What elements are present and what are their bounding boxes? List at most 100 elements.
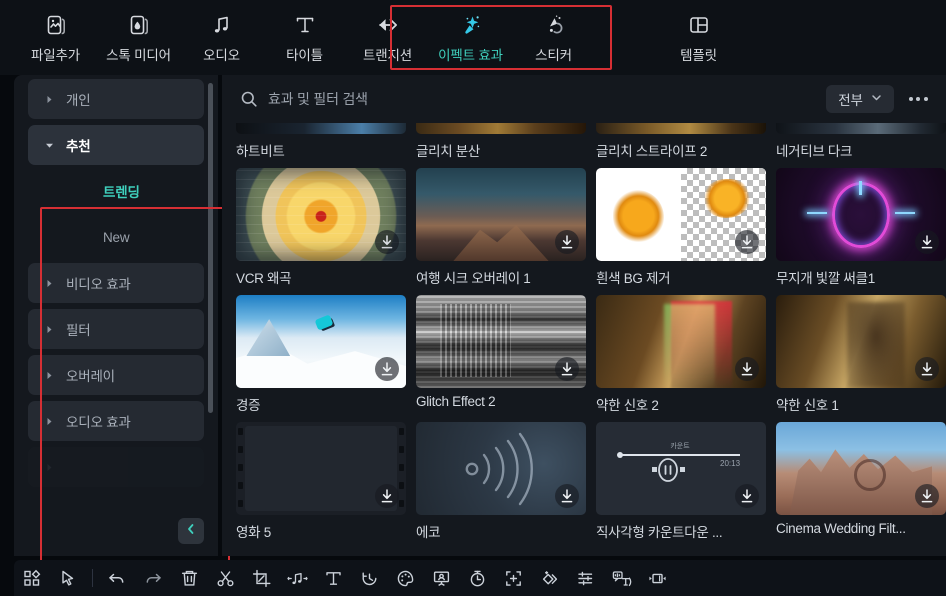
sidebar-item-overlays[interactable]: 오버레이	[28, 355, 204, 395]
sidebar-scroll-area[interactable]: 개인 추천 트렌딩 New 비디오 효과 필터 오버레이 오디오 효과	[14, 79, 218, 545]
toolbar-item-transitions[interactable]: 트랜지션	[346, 5, 429, 71]
speed-ramp-icon[interactable]	[351, 563, 387, 593]
effect-caption: 영화 5	[236, 525, 271, 540]
svg-text:20:13: 20:13	[720, 459, 741, 468]
effect-thumbnail[interactable]	[596, 295, 766, 388]
sidebar-subitem-trending[interactable]: 트렌딩	[28, 171, 204, 211]
effect-thumbnail[interactable]	[236, 422, 406, 515]
effects-panel-screen: 파일추가 스톡 미디어 오디오 타이틀 트랜지션 이펙트 효과 스티커 템플릿 …	[0, 0, 946, 596]
select-cursor-icon[interactable]	[50, 563, 86, 593]
crop-icon[interactable]	[243, 563, 279, 593]
effect-card[interactable]: 여행 시크 오버레이 1	[416, 168, 586, 295]
effect-card[interactable]: 글리치 분산	[416, 123, 586, 168]
sidebar-item-partial[interactable]	[28, 447, 204, 487]
effect-card[interactable]: 에코	[416, 422, 586, 549]
sidebar-item-video-effects[interactable]: 비디오 효과	[28, 263, 204, 303]
effect-card[interactable]: 글리치 스트라이프 2	[596, 123, 766, 168]
decorative-perf	[399, 482, 404, 489]
effect-card[interactable]: 하트비트	[236, 123, 406, 168]
chevron-right-icon	[44, 278, 54, 288]
sidebar-collapse-button[interactable]	[178, 518, 204, 544]
effect-card[interactable]: 카운트 20:13 직사각형 카운트다운 ...	[596, 422, 766, 549]
download-icon[interactable]	[375, 230, 399, 254]
effect-card[interactable]: 약한 신호 2	[596, 295, 766, 422]
sidebar-scrollbar[interactable]	[208, 83, 213, 413]
download-icon[interactable]	[555, 357, 579, 381]
download-icon[interactable]	[555, 484, 579, 508]
duration-clock-icon[interactable]	[459, 563, 495, 593]
effect-thumbnail[interactable]	[236, 123, 406, 134]
download-icon[interactable]	[375, 357, 399, 381]
more-options-button[interactable]	[904, 85, 932, 113]
filter-dropdown-label: 전부	[838, 93, 863, 108]
toolbar-item-audio[interactable]: 오디오	[180, 5, 263, 71]
effect-card[interactable]: Glitch Effect 2	[416, 295, 586, 422]
decorative-perf	[238, 500, 243, 507]
mask-shape-icon[interactable]	[531, 563, 567, 593]
download-icon[interactable]	[735, 230, 759, 254]
bottom-toolbar	[14, 560, 946, 596]
green-screen-icon[interactable]	[423, 563, 459, 593]
speech-to-text-icon[interactable]	[603, 563, 639, 593]
adjust-sliders-icon[interactable]	[567, 563, 603, 593]
effect-card[interactable]: 네거티브 다크	[776, 123, 946, 168]
sidebar-item-audio-effects[interactable]: 오디오 효과	[28, 401, 204, 441]
effect-card[interactable]: 영화 5	[236, 422, 406, 549]
download-icon[interactable]	[375, 484, 399, 508]
undo-icon[interactable]	[99, 563, 135, 593]
effect-thumbnail[interactable]	[416, 422, 586, 515]
effect-thumbnail[interactable]	[776, 422, 946, 515]
text-tool-icon[interactable]	[315, 563, 351, 593]
delete-trash-icon[interactable]	[171, 563, 207, 593]
search-input[interactable]	[268, 91, 826, 107]
chevron-down-icon	[44, 140, 54, 150]
effect-caption: 글리치 스트라이프 2	[596, 144, 708, 159]
download-icon[interactable]	[915, 357, 939, 381]
download-icon[interactable]	[735, 357, 759, 381]
effect-thumbnail[interactable]	[776, 168, 946, 261]
effect-thumbnail[interactable]: 카운트 20:13	[596, 422, 766, 515]
toolbar-item-add-media[interactable]: 파일추가	[14, 5, 97, 71]
grid-tools-icon[interactable]	[14, 563, 50, 593]
color-palette-icon[interactable]	[387, 563, 423, 593]
effect-card[interactable]: 흰색 BG 제거	[596, 168, 766, 295]
effect-card[interactable]: Cinema Wedding Filt...	[776, 422, 946, 549]
download-icon[interactable]	[915, 484, 939, 508]
effect-thumbnail[interactable]	[416, 123, 586, 134]
split-scissors-icon[interactable]	[207, 563, 243, 593]
sidebar-subitem-new[interactable]: New	[28, 217, 204, 257]
download-icon[interactable]	[915, 230, 939, 254]
redo-icon[interactable]	[135, 563, 171, 593]
fit-timeline-icon[interactable]	[639, 563, 675, 593]
sidebar-item-personal[interactable]: 개인	[28, 79, 204, 119]
download-icon[interactable]	[735, 484, 759, 508]
sidebar-item-label: 추천	[66, 139, 91, 154]
toolbar-item-effects[interactable]: 이펙트 효과	[429, 5, 512, 71]
download-icon[interactable]	[555, 230, 579, 254]
effect-card[interactable]: 무지개 빛깔 써클1	[776, 168, 946, 295]
toolbar-item-titles[interactable]: 타이틀	[263, 5, 346, 71]
effect-thumbnail[interactable]	[416, 295, 586, 388]
effect-card[interactable]: 경증	[236, 295, 406, 422]
toolbar-item-stock-media[interactable]: 스톡 미디어	[97, 5, 180, 71]
effect-thumbnail[interactable]	[236, 168, 406, 261]
effect-thumbnail[interactable]	[416, 168, 586, 261]
audio-detach-icon[interactable]	[279, 563, 315, 593]
effect-thumbnail[interactable]	[236, 295, 406, 388]
toolbar-item-label: 스티커	[535, 47, 572, 63]
effect-thumbnail[interactable]	[596, 123, 766, 134]
filter-dropdown[interactable]: 전부	[826, 85, 894, 113]
effect-thumbnail[interactable]	[776, 123, 946, 134]
sidebar-item-recommended[interactable]: 추천	[28, 125, 204, 165]
effect-thumbnail[interactable]	[596, 168, 766, 261]
effects-grid-scroll[interactable]: 하트비트 글리치 분산 글리치 스트라이프 2 네거티브 다크 VCR 왜곡 여…	[222, 123, 946, 556]
chevron-right-icon	[44, 416, 54, 426]
effect-card[interactable]: VCR 왜곡	[236, 168, 406, 295]
add-marker-icon[interactable]	[495, 563, 531, 593]
effect-card[interactable]: 약한 신호 1	[776, 295, 946, 422]
toolbar-item-stickers[interactable]: 스티커	[512, 5, 595, 71]
sidebar-item-filters[interactable]: 필터	[28, 309, 204, 349]
effect-thumbnail[interactable]	[776, 295, 946, 388]
toolbar-item-templates[interactable]: 템플릿	[657, 5, 740, 71]
effect-caption: Glitch Effect 2	[416, 394, 496, 409]
